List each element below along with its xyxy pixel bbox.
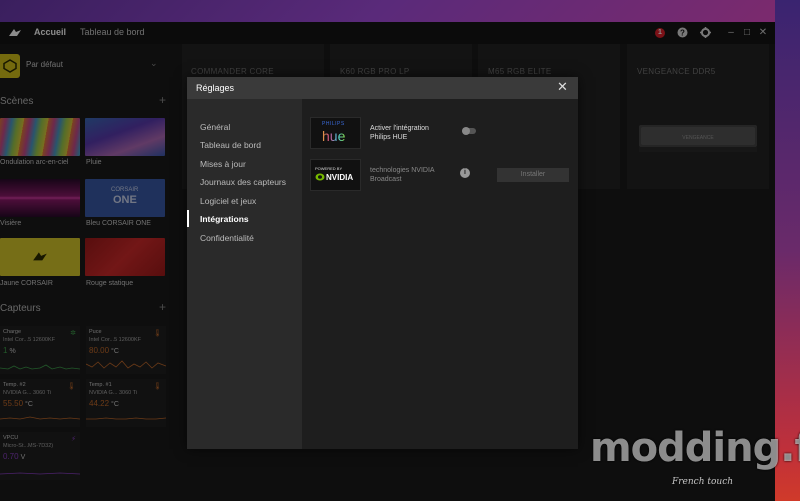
integration-philips-hue: PHILIPS hue Activer l'intégration Philip… — [310, 117, 572, 151]
modal-title: Réglages — [196, 83, 235, 93]
settings-nav-general[interactable]: Général — [200, 122, 230, 132]
settings-nav: Général Tableau de bord Mises à jour Jou… — [187, 99, 302, 449]
close-icon[interactable]: ✕ — [557, 79, 568, 95]
settings-nav-sensor-logs[interactable]: Journaux des capteurs — [200, 177, 286, 187]
nvidia-eye-icon — [315, 173, 325, 181]
toggle-knob — [462, 127, 470, 135]
settings-modal: Réglages ✕ Général Tableau de bord Mises… — [187, 77, 578, 449]
settings-content: PHILIPS hue Activer l'intégration Philip… — [302, 99, 578, 449]
settings-nav-software-games[interactable]: Logiciel et jeux — [200, 196, 256, 206]
settings-nav-dashboard[interactable]: Tableau de bord — [200, 140, 261, 150]
modal-header: Réglages ✕ — [187, 77, 578, 99]
watermark-logo: modding.fr — [590, 425, 800, 471]
philips-hue-toggle[interactable] — [462, 127, 476, 135]
nvidia-logo: POWERED BY NVIDIA — [310, 159, 361, 191]
integration-description: technologies NVIDIA Broadcast — [370, 167, 435, 183]
settings-nav-updates[interactable]: Mises à jour — [200, 159, 246, 169]
settings-nav-privacy[interactable]: Confidentialité — [200, 233, 254, 243]
integration-nvidia-broadcast: POWERED BY NVIDIA technologies NVIDIA Br… — [310, 159, 572, 193]
integration-description: Activer l'intégration Philips HUE — [370, 125, 429, 141]
info-icon[interactable]: i — [460, 168, 470, 178]
watermark: modding.fr French touch — [590, 425, 800, 495]
watermark-tagline: French touch — [672, 477, 734, 487]
settings-nav-integrations[interactable]: Intégrations — [200, 214, 249, 224]
active-nav-marker — [187, 210, 189, 227]
install-button[interactable]: Installer — [497, 168, 569, 182]
philips-hue-logo: PHILIPS hue — [310, 117, 361, 149]
